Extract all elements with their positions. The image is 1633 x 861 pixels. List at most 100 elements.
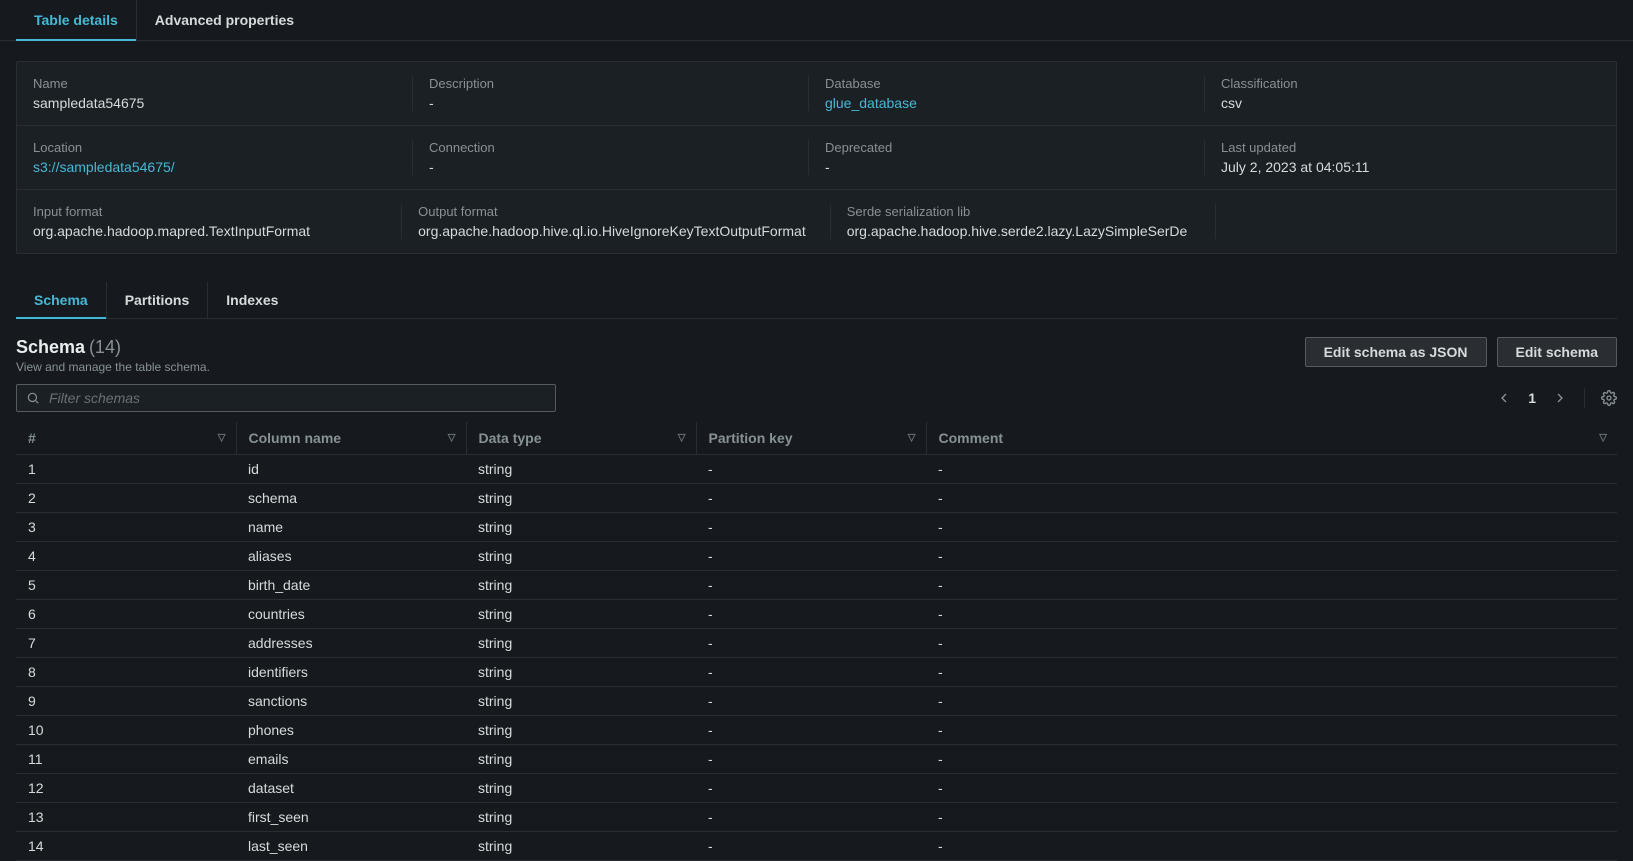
tab-schema[interactable]: Schema: [16, 282, 107, 318]
cell-type: string: [466, 571, 696, 600]
sort-icon[interactable]: ▽: [218, 433, 226, 444]
col-header-name[interactable]: Column name ▽: [236, 422, 466, 455]
tab-indexes[interactable]: Indexes: [208, 282, 296, 318]
settings-button[interactable]: [1601, 390, 1617, 406]
cell-comment: -: [926, 832, 1617, 861]
edit-schema-json-button[interactable]: Edit schema as JSON: [1305, 337, 1487, 367]
table-row[interactable]: 7addressesstring--: [16, 629, 1617, 658]
table-header-row: # ▽ Column name ▽ Data type ▽ Partition …: [16, 422, 1617, 455]
cell-name: sanctions: [236, 687, 466, 716]
cell-name: last_seen: [236, 832, 466, 861]
cell-n: 8: [16, 658, 236, 687]
cell-comment: -: [926, 484, 1617, 513]
cell-comment: -: [926, 542, 1617, 571]
cell-n: 10: [16, 716, 236, 745]
cell-name: phones: [236, 716, 466, 745]
cell-type: string: [466, 513, 696, 542]
cell-name: identifiers: [236, 658, 466, 687]
cell-name: birth_date: [236, 571, 466, 600]
value: -: [429, 159, 784, 175]
table-row[interactable]: 13first_seenstring--: [16, 803, 1617, 832]
chevron-right-icon: [1552, 390, 1568, 406]
table-row[interactable]: 8identifiersstring--: [16, 658, 1617, 687]
table-row[interactable]: 11emailsstring--: [16, 745, 1617, 774]
cell-name: addresses: [236, 629, 466, 658]
label: Classification: [1221, 76, 1576, 91]
field-description: Description -: [413, 76, 809, 111]
cell-name: name: [236, 513, 466, 542]
cell-name: dataset: [236, 774, 466, 803]
schema-header: Schema (14) View and manage the table sc…: [16, 337, 1617, 374]
col-header-label: #: [28, 430, 36, 446]
field-input-format: Input format org.apache.hadoop.mapred.Te…: [33, 204, 402, 239]
prev-page-button[interactable]: [1496, 390, 1512, 406]
table-row[interactable]: 3namestring--: [16, 513, 1617, 542]
cell-part: -: [696, 571, 926, 600]
cell-type: string: [466, 774, 696, 803]
cell-name: schema: [236, 484, 466, 513]
table-row[interactable]: 4aliasesstring--: [16, 542, 1617, 571]
cell-n: 14: [16, 832, 236, 861]
col-header-label: Data type: [479, 430, 542, 446]
tab-partitions[interactable]: Partitions: [107, 282, 209, 318]
pager: 1: [1496, 388, 1617, 408]
label: Connection: [429, 140, 784, 155]
cell-name: emails: [236, 745, 466, 774]
table-row[interactable]: 12datasetstring--: [16, 774, 1617, 803]
col-header-comment[interactable]: Comment ▽: [926, 422, 1617, 455]
cell-type: string: [466, 455, 696, 484]
cell-n: 3: [16, 513, 236, 542]
label: Last updated: [1221, 140, 1576, 155]
cell-part: -: [696, 658, 926, 687]
field-connection: Connection -: [413, 140, 809, 175]
cell-type: string: [466, 687, 696, 716]
sort-icon[interactable]: ▽: [1599, 433, 1607, 444]
field-serde: Serde serialization lib org.apache.hadoo…: [831, 204, 1216, 239]
sort-icon[interactable]: ▽: [908, 433, 916, 444]
cell-name: countries: [236, 600, 466, 629]
col-header-partition[interactable]: Partition key ▽: [696, 422, 926, 455]
cell-comment: -: [926, 803, 1617, 832]
cell-comment: -: [926, 455, 1617, 484]
tab-table-details[interactable]: Table details: [16, 0, 137, 40]
field-classification: Classification csv: [1205, 76, 1600, 111]
table-row[interactable]: 5birth_datestring--: [16, 571, 1617, 600]
cell-n: 11: [16, 745, 236, 774]
tab-advanced-properties[interactable]: Advanced properties: [137, 0, 312, 40]
next-page-button[interactable]: [1552, 390, 1568, 406]
schema-section: Schema (14) View and manage the table sc…: [16, 337, 1617, 861]
cell-n: 2: [16, 484, 236, 513]
cell-type: string: [466, 745, 696, 774]
sort-icon[interactable]: ▽: [448, 433, 456, 444]
current-page: 1: [1528, 390, 1536, 406]
col-header-number[interactable]: # ▽: [16, 422, 236, 455]
sub-tabs: Schema Partitions Indexes: [16, 282, 1617, 319]
schema-subtitle: View and manage the table schema.: [16, 360, 210, 374]
cell-n: 6: [16, 600, 236, 629]
table-row[interactable]: 2schemastring--: [16, 484, 1617, 513]
database-link[interactable]: glue_database: [825, 95, 1180, 111]
cell-comment: -: [926, 658, 1617, 687]
filter-schemas-input[interactable]: [16, 384, 556, 412]
value: csv: [1221, 95, 1576, 111]
value: org.apache.hadoop.mapred.TextInputFormat: [33, 223, 377, 239]
table-row[interactable]: 6countriesstring--: [16, 600, 1617, 629]
location-link[interactable]: s3://sampledata54675/: [33, 159, 388, 175]
table-row[interactable]: 10phonesstring--: [16, 716, 1617, 745]
table-row[interactable]: 14last_seenstring--: [16, 832, 1617, 861]
col-header-label: Partition key: [709, 430, 793, 446]
cell-n: 13: [16, 803, 236, 832]
cell-part: -: [696, 687, 926, 716]
cell-type: string: [466, 803, 696, 832]
label: Output format: [418, 204, 806, 219]
table-row[interactable]: 1idstring--: [16, 455, 1617, 484]
cell-type: string: [466, 484, 696, 513]
edit-schema-button[interactable]: Edit schema: [1497, 337, 1617, 367]
cell-type: string: [466, 542, 696, 571]
field-name: Name sampledata54675: [33, 76, 413, 111]
cell-name: id: [236, 455, 466, 484]
sort-icon[interactable]: ▽: [678, 433, 686, 444]
field-last-updated: Last updated July 2, 2023 at 04:05:11: [1205, 140, 1600, 175]
col-header-type[interactable]: Data type ▽: [466, 422, 696, 455]
table-row[interactable]: 9sanctionsstring--: [16, 687, 1617, 716]
